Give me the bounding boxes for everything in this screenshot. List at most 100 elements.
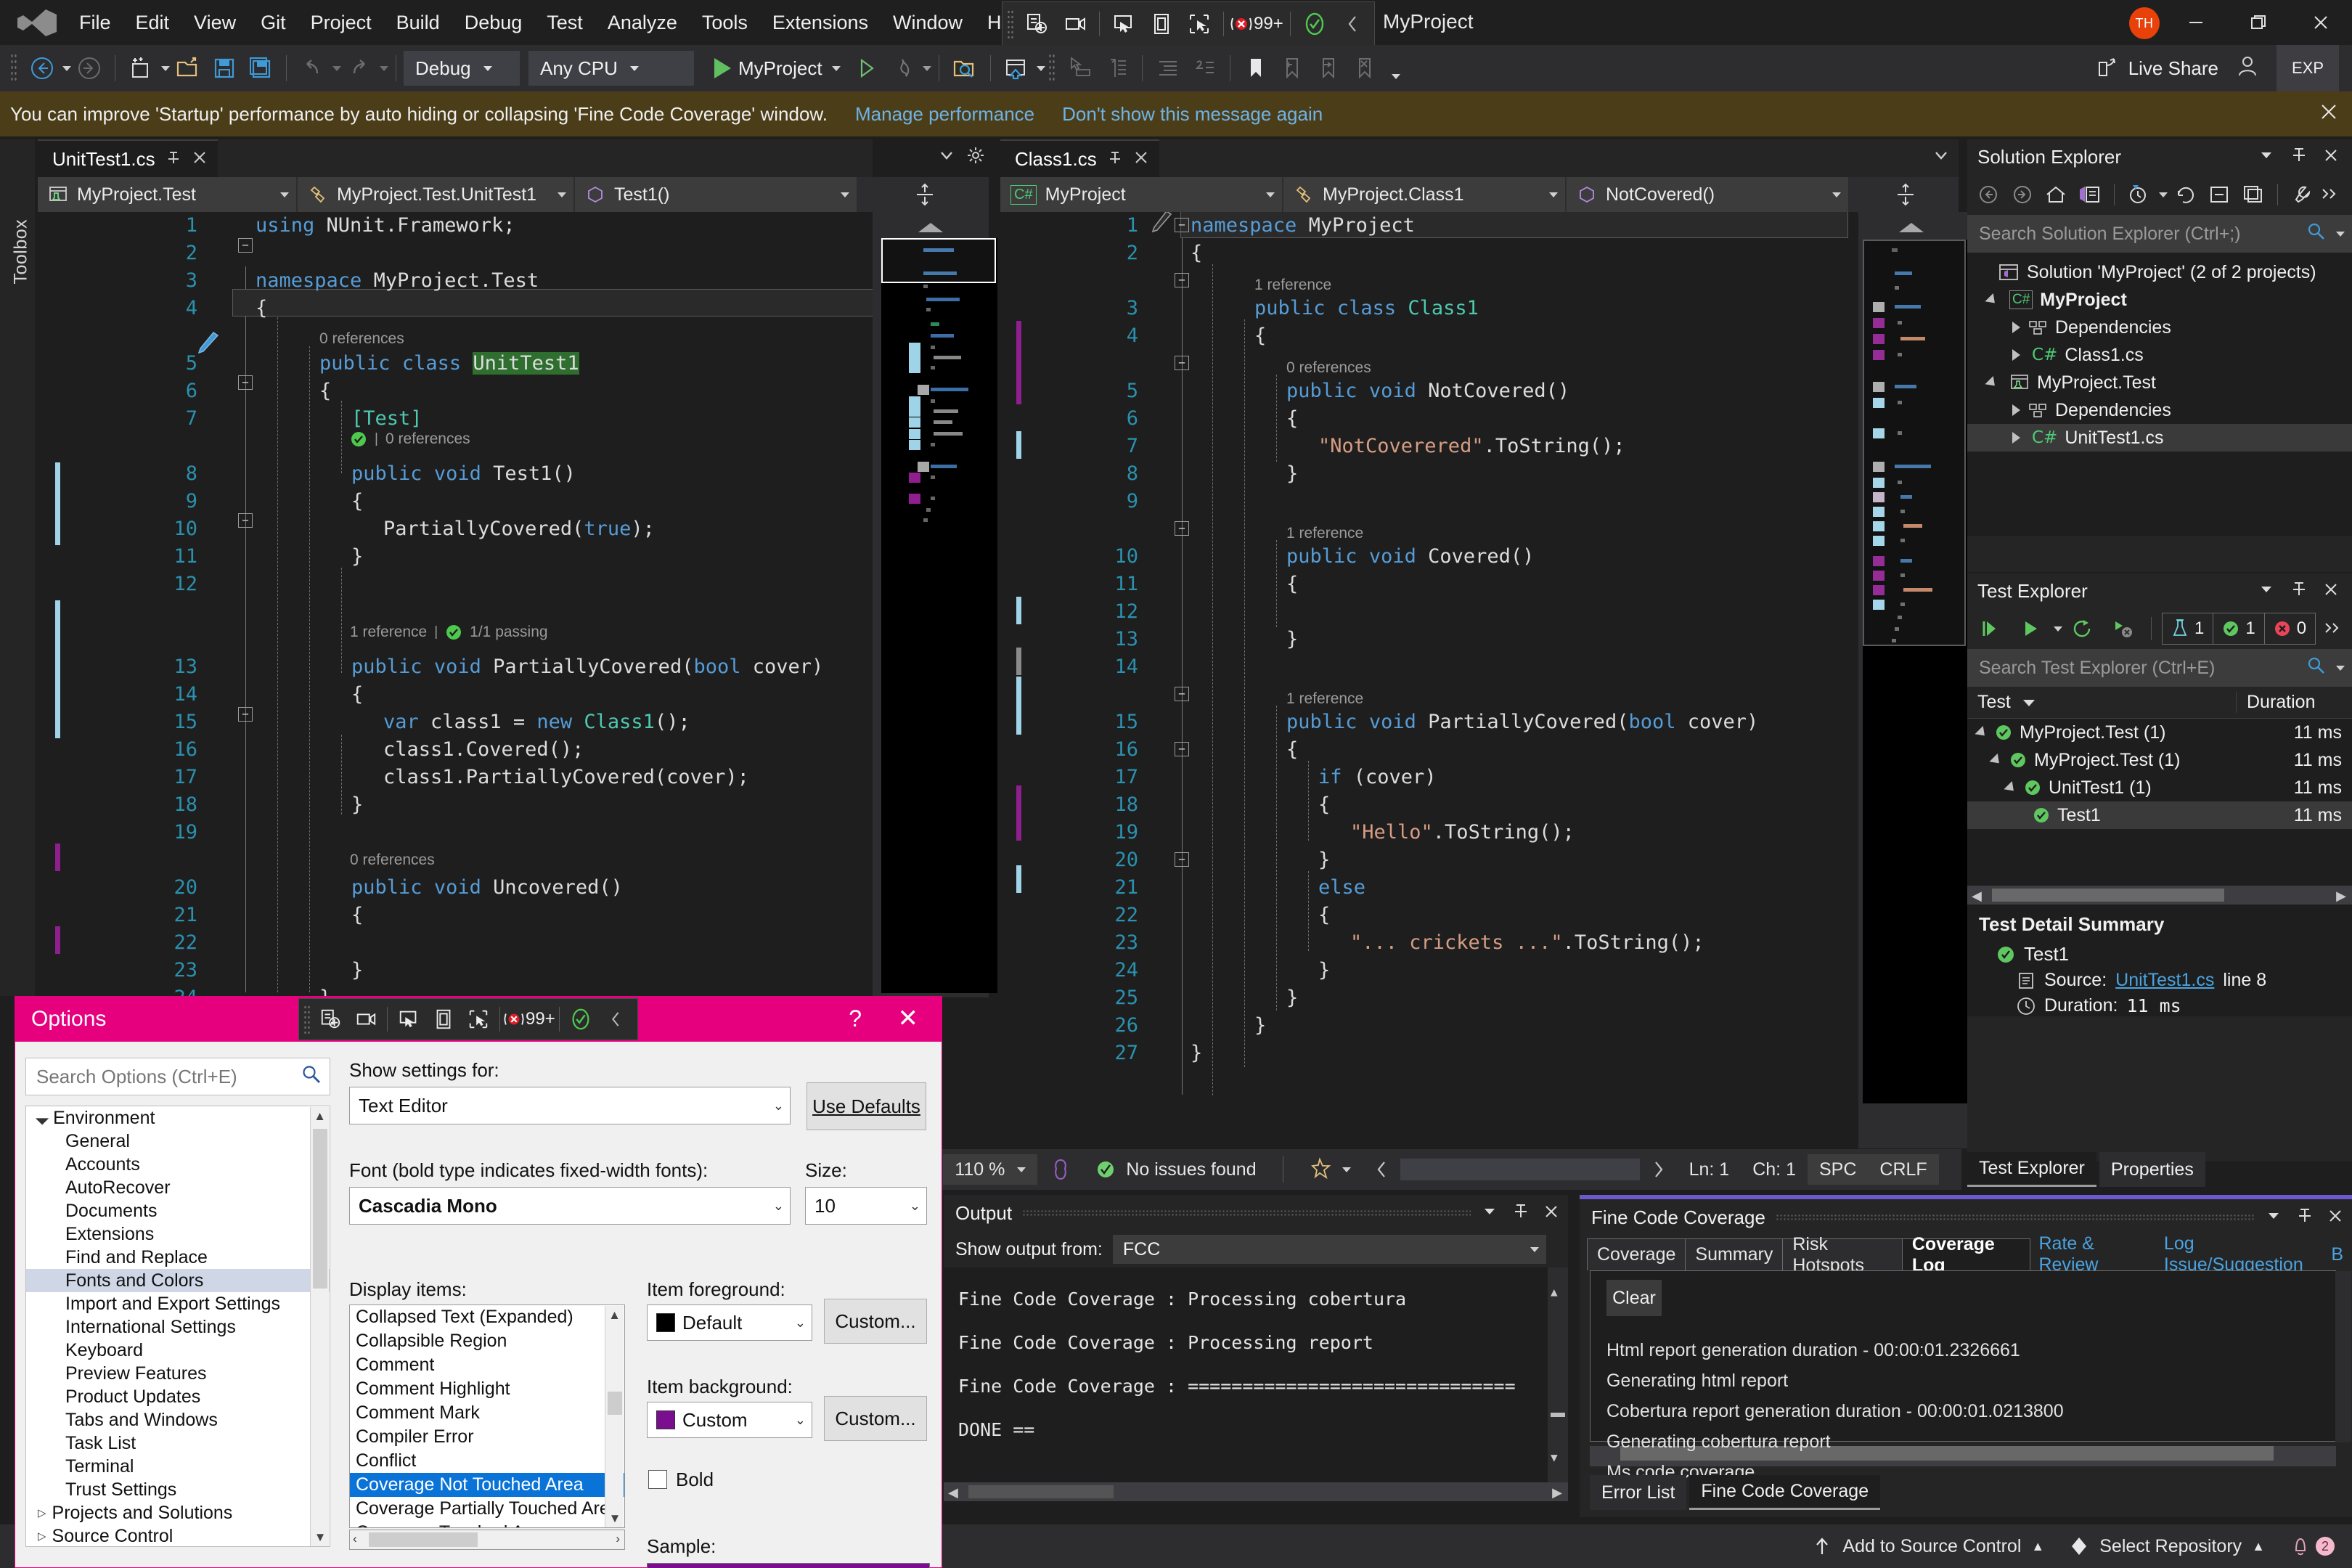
chevron-collapsed-icon-2[interactable] bbox=[2012, 349, 2020, 361]
clear-log-button[interactable]: Clear bbox=[1606, 1280, 1662, 1316]
right-editor-tab-overflow-icon[interactable] bbox=[1931, 145, 1951, 171]
chevron-expanded-test-1[interactable] bbox=[1989, 753, 2003, 767]
select-region-icon[interactable] bbox=[1182, 7, 1217, 41]
options-node-extensions[interactable]: Extensions bbox=[26, 1222, 330, 1246]
test-row-3[interactable]: Test1 11 ms bbox=[1967, 801, 2352, 829]
error-count-indicator[interactable]: 99+ bbox=[1230, 13, 1283, 35]
left-editor-tab-overflow-icon[interactable] bbox=[936, 145, 957, 171]
hscroll-thumb[interactable] bbox=[1992, 889, 2224, 902]
options-node-source-control[interactable]: ▷ Source Control bbox=[26, 1524, 330, 1547]
codelens-notcovered-refs[interactable]: 0 references bbox=[1286, 359, 1371, 377]
output-scroll-thumb[interactable] bbox=[1551, 1413, 1565, 1417]
output-hscroll-thumb[interactable] bbox=[968, 1485, 1114, 1498]
menu-item-edit[interactable]: Edit bbox=[123, 7, 182, 38]
chevron-expanded-test-2[interactable] bbox=[2004, 780, 2017, 794]
options-node-import-export[interactable]: Import and Export Settings bbox=[26, 1292, 330, 1315]
solution-home-button[interactable] bbox=[998, 50, 1034, 86]
chevron-collapsed-icon-4[interactable] bbox=[2012, 432, 2020, 444]
test-explorer-hscrollbar[interactable]: ◀ ▶ bbox=[1967, 886, 2352, 905]
te-close-icon[interactable] bbox=[2323, 580, 2339, 603]
editor-tab-unittest1[interactable]: UnitTest1.cs bbox=[38, 139, 218, 177]
menu-item-extensions[interactable]: Extensions bbox=[760, 7, 881, 38]
tree-item-unittest1[interactable]: C# UnitTest1.cs bbox=[1967, 424, 2352, 452]
tree-item-solution[interactable]: Solution 'MyProject' (2 of 2 projects) bbox=[1967, 258, 2352, 286]
crlf-indicator[interactable]: CRLF bbox=[1868, 1154, 1938, 1185]
fold-toggle[interactable]: − bbox=[238, 707, 253, 722]
se-home-icon[interactable] bbox=[2041, 177, 2071, 212]
fold-toggle-right[interactable]: − bbox=[1175, 273, 1189, 287]
options-collapse-toolbar-icon[interactable] bbox=[598, 1003, 633, 1036]
fcc-tab-coverage[interactable]: Coverage bbox=[1587, 1238, 1686, 1270]
output-body[interactable]: Fine Code Coverage : Processing cobertur… bbox=[944, 1267, 1568, 1482]
display-items-vscrollbar[interactable]: ▲ ▼ bbox=[605, 1306, 624, 1528]
spaces-indicator[interactable]: SPC bbox=[1808, 1154, 1868, 1185]
dock-tab-properties[interactable]: Properties bbox=[2099, 1152, 2205, 1187]
col-test[interactable]: Test bbox=[1967, 692, 2236, 713]
previous-bookmark-button[interactable] bbox=[1274, 50, 1310, 86]
codelens-class1-refs[interactable]: 1 reference bbox=[1254, 276, 1331, 295]
options-node-task-list[interactable]: Task List bbox=[26, 1432, 330, 1455]
item-foreground-combo[interactable]: Default ⌄ bbox=[647, 1304, 812, 1341]
menu-item-debug[interactable]: Debug bbox=[452, 7, 535, 38]
breadcrumb-project-dropdown[interactable]: MyProject.Test bbox=[38, 177, 298, 212]
exp-badge[interactable]: EXP bbox=[2277, 45, 2339, 91]
comment-selection-button[interactable] bbox=[1062, 50, 1098, 86]
chevron-expanded-icon-2[interactable] bbox=[1985, 375, 1998, 389]
solution-explorer-tree[interactable]: Solution 'MyProject' (2 of 2 projects) C… bbox=[1967, 253, 2352, 536]
info-bar-close-icon[interactable] bbox=[2319, 102, 2339, 127]
breadcrumb-member-dropdown[interactable]: Test1() bbox=[575, 177, 858, 212]
breadcrumb-member-dropdown-right[interactable]: NotCovered() bbox=[1567, 177, 1850, 212]
menu-item-test[interactable]: Test bbox=[534, 7, 595, 38]
options-node-trust-settings[interactable]: Trust Settings bbox=[26, 1478, 330, 1501]
options-tree-scrollbar[interactable]: ▲ ▼ bbox=[310, 1107, 329, 1547]
options-node-product-updates[interactable]: Product Updates bbox=[26, 1385, 330, 1408]
undo-button[interactable] bbox=[294, 50, 330, 86]
codelens-test-status[interactable]: | 0 references bbox=[350, 430, 470, 449]
codelens-partially-status[interactable]: 1 reference | 1/1 passing bbox=[350, 623, 548, 642]
select-repository-button[interactable]: Select Repository ▲ bbox=[2069, 1535, 2265, 1557]
options-close-button[interactable]: ✕ bbox=[898, 1004, 919, 1033]
record-video-icon[interactable] bbox=[1058, 7, 1093, 41]
options-category-tree[interactable]: ◢ Environment General Accounts AutoRecov… bbox=[25, 1106, 330, 1547]
fcc-close-icon[interactable] bbox=[2327, 1206, 2343, 1229]
se-back-icon[interactable] bbox=[1973, 177, 2004, 212]
redo-button[interactable] bbox=[341, 50, 377, 86]
pane-close-icon[interactable] bbox=[2323, 146, 2339, 168]
navigate-backward-caret-icon[interactable] bbox=[62, 66, 71, 71]
fcc-tab-b[interactable]: B bbox=[2328, 1238, 2352, 1270]
fold-toggle-right[interactable]: − bbox=[1175, 687, 1189, 701]
options-tree-scroll-up-icon[interactable]: ▲ bbox=[311, 1107, 329, 1126]
intellicode-icon[interactable] bbox=[1298, 1149, 1363, 1190]
menu-item-git[interactable]: Git bbox=[248, 7, 298, 38]
options-node-projects-and-solutions[interactable]: ▷ Projects and Solutions bbox=[26, 1501, 330, 1524]
open-file-button[interactable] bbox=[170, 50, 206, 86]
redo-caret-icon[interactable] bbox=[380, 66, 388, 71]
options-node-accounts[interactable]: Accounts bbox=[26, 1153, 330, 1176]
fold-toggle[interactable]: − bbox=[238, 375, 253, 390]
display-items-scroll-up-icon[interactable]: ▲ bbox=[605, 1306, 624, 1325]
toolbar-grip-text[interactable] bbox=[1048, 53, 1056, 83]
hot-reload-button[interactable] bbox=[884, 50, 920, 86]
hscroll-right-icon[interactable]: ▶ bbox=[2336, 889, 2346, 904]
left-editor-surface[interactable]: − − − − − 1 2 3 4 5 6 7 8 9 10 11 12 13 … bbox=[38, 212, 873, 997]
save-all-button[interactable] bbox=[242, 50, 279, 86]
fcc-tab-summary[interactable]: Summary bbox=[1685, 1238, 1783, 1270]
test-explorer-tree[interactable]: MyProject.Test (1) 11 ms MyProject.Test … bbox=[1967, 719, 2352, 886]
options-node-fonts-and-colors[interactable]: Fonts and Colors bbox=[26, 1269, 330, 1292]
account-icon[interactable] bbox=[2234, 53, 2261, 84]
increase-indent-button[interactable] bbox=[1150, 50, 1186, 86]
se-pending-caret-icon[interactable] bbox=[2159, 192, 2168, 197]
search-in-files-button[interactable] bbox=[947, 50, 983, 86]
pane-menu-icon[interactable] bbox=[2258, 146, 2275, 168]
right-editor-surface[interactable]: − − − − − − − 1 2 3 4 5 6 7 8 9 10 11 12… bbox=[1000, 212, 1886, 1148]
hot-reload-caret-icon[interactable] bbox=[923, 66, 931, 71]
solution-platform-combo[interactable]: Any CPU bbox=[528, 51, 694, 86]
output-scroll-up-icon[interactable]: ▲ bbox=[1551, 1270, 1558, 1314]
dock-tab-error-list[interactable]: Error List bbox=[1590, 1475, 1686, 1510]
chevron-expanded-icon[interactable] bbox=[1985, 293, 1998, 306]
menu-item-tools[interactable]: Tools bbox=[690, 7, 760, 38]
te-menu-icon[interactable] bbox=[2258, 580, 2275, 603]
options-pick-element-icon[interactable] bbox=[391, 1003, 426, 1036]
close-button[interactable] bbox=[2290, 0, 2352, 45]
display-item-4[interactable]: Comment Mark bbox=[350, 1401, 624, 1425]
